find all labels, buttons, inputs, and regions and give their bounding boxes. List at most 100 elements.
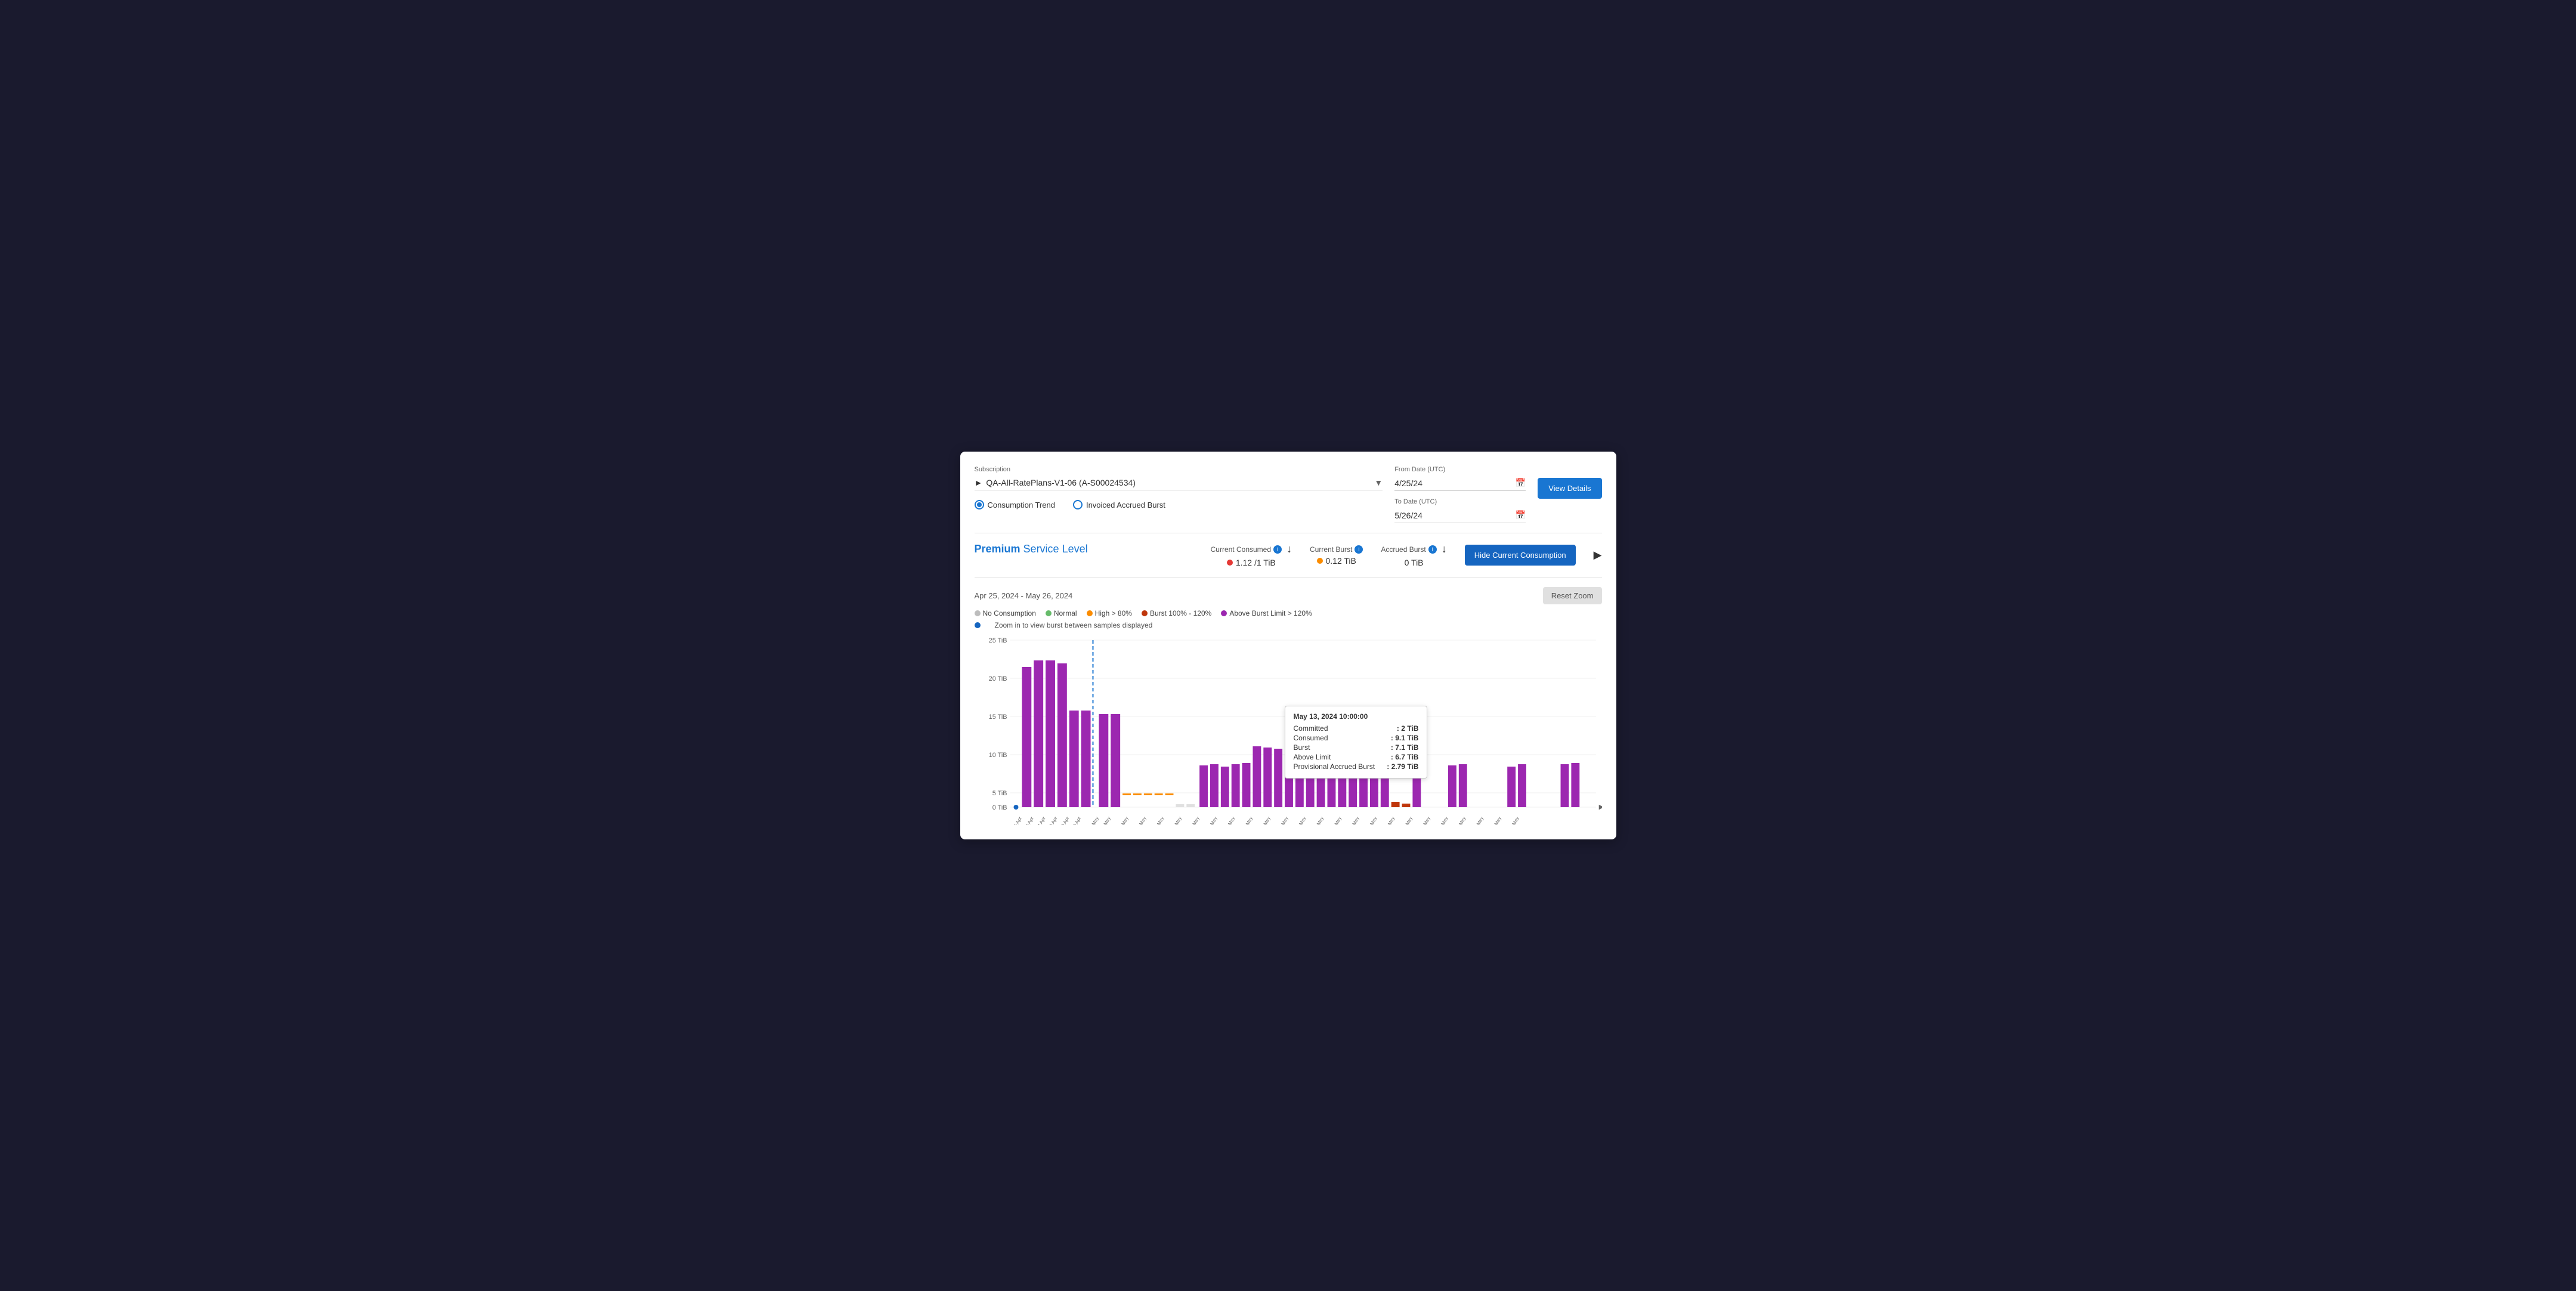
- tooltip-provisional-value: : 2.79 TiB: [1387, 762, 1418, 771]
- svg-text:10 May: 10 May: [1223, 816, 1236, 825]
- current-consumed-value: 1.12 /1 TiB: [1211, 558, 1292, 567]
- high-dot: [1087, 610, 1093, 616]
- bar-4: [1057, 663, 1066, 807]
- chart-section: Apr 25, 2024 - May 26, 2024 Reset Zoom N…: [975, 587, 1602, 825]
- hide-consumption-button[interactable]: Hide Current Consumption: [1465, 545, 1576, 566]
- high-label: High > 80%: [1095, 609, 1132, 617]
- subscription-value: QA-All-RatePlans-V1-06 (A-S00024534): [986, 478, 1136, 487]
- bar-do2: [1402, 804, 1410, 807]
- chart-header: Apr 25, 2024 - May 26, 2024 Reset Zoom: [975, 587, 1602, 604]
- radio-invoiced-circle: [1073, 500, 1083, 509]
- bar-orange-1: [1122, 793, 1131, 795]
- date-range-text: Apr 25, 2024 - May 26, 2024: [975, 591, 1073, 600]
- svg-text:08 May: 08 May: [1188, 816, 1201, 825]
- burst-label: Burst 100% - 120%: [1150, 609, 1211, 617]
- svg-text:02 May: 02 May: [1099, 816, 1112, 825]
- date-column: From Date (UTC) 4/25/24 📅 To Date (UTC) …: [1394, 466, 1526, 523]
- zero-marker: [1013, 805, 1018, 810]
- svg-text:10 TiB: 10 TiB: [988, 752, 1007, 759]
- bar-p4: [1231, 764, 1239, 807]
- normal-label: Normal: [1054, 609, 1077, 617]
- svg-text:13 May: 13 May: [1276, 816, 1289, 825]
- legend-burst: Burst 100% - 120%: [1142, 609, 1211, 617]
- tooltip-consumed-label: Consumed: [1294, 734, 1328, 742]
- current-consumed-info-icon[interactable]: i: [1273, 545, 1282, 554]
- bar-do1: [1391, 802, 1399, 807]
- to-date-label: To Date (UTC): [1394, 498, 1526, 505]
- bar-highlighted: [1253, 746, 1261, 807]
- bar-p20: [1448, 765, 1456, 807]
- radio-consumption-trend-circle: [975, 500, 984, 509]
- reset-zoom-button[interactable]: Reset Zoom: [1543, 587, 1602, 604]
- current-burst-value: 0.12 TiB: [1310, 556, 1363, 566]
- bar-orange-4: [1154, 793, 1162, 795]
- svg-text:20 TiB: 20 TiB: [988, 675, 1007, 682]
- bar-p22: [1507, 767, 1516, 807]
- tooltip-title: May 13, 2024 10:00:00: [1294, 712, 1419, 721]
- svg-text:0 TiB: 0 TiB: [992, 804, 1007, 811]
- top-section: Subscription ► QA-All-RatePlans-V1-06 (A…: [975, 466, 1602, 523]
- tooltip-above-limit-value: : 6.7 TiB: [1391, 753, 1418, 761]
- svg-text:24 May: 24 May: [1472, 816, 1485, 825]
- bar-p5: [1242, 763, 1250, 807]
- svg-text:18 May: 18 May: [1365, 816, 1378, 825]
- subscription-field[interactable]: ► QA-All-RatePlans-V1-06 (A-S00024534) ▼: [975, 475, 1383, 490]
- svg-text:25 TiB: 25 TiB: [988, 637, 1007, 644]
- legend-high: High > 80%: [1087, 609, 1132, 617]
- svg-text:16 May: 16 May: [1330, 816, 1343, 825]
- service-level-label: Service Level: [1023, 543, 1088, 555]
- radio-group: Consumption Trend Invoiced Accrued Burst: [975, 500, 1383, 509]
- bar-p7: [1263, 748, 1272, 807]
- svg-text:21 May: 21 May: [1419, 816, 1431, 825]
- from-date-field[interactable]: 4/25/24 📅: [1394, 475, 1526, 491]
- tooltip: May 13, 2024 10:00:00 Committed : 2 TiB …: [1285, 706, 1428, 779]
- tooltip-provisional: Provisional Accrued Burst : 2.79 TiB: [1294, 762, 1419, 771]
- svg-text:23 May: 23 May: [1454, 816, 1467, 825]
- accrued-burst-value: 0 TiB: [1381, 558, 1446, 567]
- tooltip-consumed: Consumed : 9.1 TiB: [1294, 734, 1419, 742]
- svg-text:22 May: 22 May: [1436, 816, 1449, 825]
- normal-dot: [1046, 610, 1052, 616]
- burst-dot: [1142, 610, 1148, 616]
- svg-text:26 Apr: 26 Apr: [1023, 816, 1034, 825]
- svg-text:15 TiB: 15 TiB: [988, 714, 1007, 721]
- view-details-button[interactable]: View Details: [1538, 478, 1601, 499]
- radio-invoiced-label: Invoiced Accrued Burst: [1086, 501, 1165, 509]
- current-consumed-dot: [1227, 560, 1233, 566]
- svg-text:29 Apr: 29 Apr: [1059, 816, 1070, 825]
- svg-text:27 Apr: 27 Apr: [1035, 816, 1046, 825]
- svg-text:30 Apr: 30 Apr: [1071, 816, 1082, 825]
- bar-5: [1069, 711, 1078, 807]
- accrued-burst-info-icon[interactable]: i: [1428, 545, 1437, 554]
- svg-text:14 May: 14 May: [1294, 816, 1307, 825]
- accrued-burst-arrow: ↓: [1442, 543, 1447, 555]
- no-consumption-dot: [975, 610, 981, 616]
- svg-text:5 TiB: 5 TiB: [992, 790, 1007, 797]
- radio-invoiced-accrued-burst[interactable]: Invoiced Accrued Burst: [1073, 500, 1165, 509]
- bar-p23: [1518, 764, 1526, 807]
- bar-orange-5: [1165, 793, 1173, 795]
- current-consumed-arrow: ↓: [1287, 543, 1292, 555]
- svg-text:26 May: 26 May: [1508, 816, 1520, 825]
- bar-p8: [1274, 749, 1282, 807]
- chart-area[interactable]: 25 TiB 20 TiB 15 TiB 10 TiB 5 TiB 0 TiB: [975, 634, 1602, 825]
- main-card: Subscription ► QA-All-RatePlans-V1-06 (A…: [960, 452, 1616, 839]
- radio-consumption-trend[interactable]: Consumption Trend: [975, 500, 1055, 509]
- to-date-field[interactable]: 5/26/24 📅: [1394, 508, 1526, 523]
- tooltip-consumed-value: : 9.1 TiB: [1391, 734, 1418, 742]
- legend-row-2: Zoom in to view burst between samples di…: [975, 621, 1602, 629]
- zoom-hint-text: Zoom in to view burst between samples di…: [995, 621, 1153, 629]
- svg-text:04 May: 04 May: [1134, 816, 1147, 825]
- svg-text:25 Apr: 25 Apr: [1011, 816, 1022, 825]
- view-details-column: View Details: [1538, 466, 1601, 499]
- bar-6: [1081, 711, 1090, 807]
- bar-p2: [1210, 764, 1218, 807]
- legend-row: No Consumption Normal High > 80% Burst 1…: [975, 609, 1602, 617]
- bar-8: [1111, 714, 1120, 807]
- above-burst-dot: [1221, 610, 1227, 616]
- svg-text:09 May: 09 May: [1205, 816, 1218, 825]
- legend-no-consumption: No Consumption: [975, 609, 1036, 617]
- current-burst-info-icon[interactable]: i: [1355, 545, 1363, 554]
- accrued-burst-metric: Accrued Burst i ↓ 0 TiB: [1381, 543, 1446, 567]
- svg-text:19 May: 19 May: [1383, 816, 1396, 825]
